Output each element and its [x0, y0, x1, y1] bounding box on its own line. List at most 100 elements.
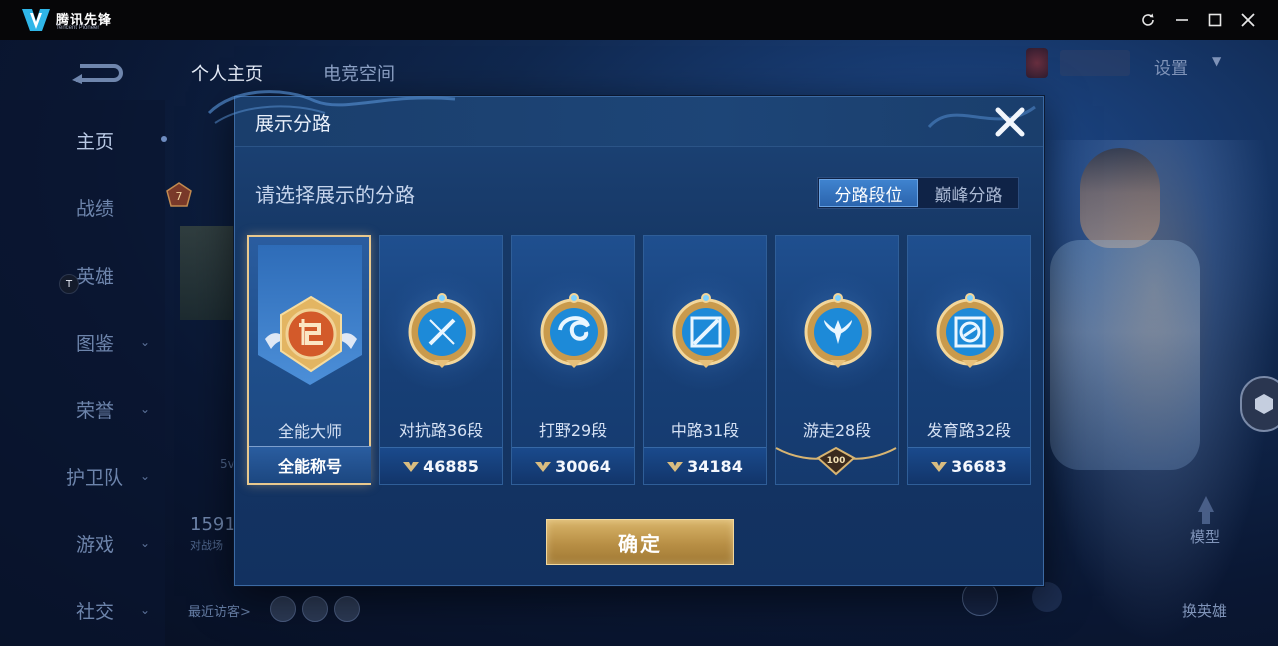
- avatar[interactable]: [302, 596, 328, 622]
- peak-score-icon: [931, 462, 948, 472]
- lane-name: 全能大师: [277, 422, 342, 441]
- hero-head: [1080, 148, 1160, 248]
- stat-5v: 5v: [220, 457, 235, 471]
- active-indicator: [161, 136, 167, 142]
- lane-score: 36683: [951, 456, 1007, 476]
- vip-info: [1060, 50, 1130, 76]
- avatar[interactable]: [270, 596, 296, 622]
- lane-footer: 46885: [380, 447, 502, 484]
- toggle-peak-lane[interactable]: 巅峰分路: [919, 179, 1018, 207]
- minimize-button[interactable]: [1170, 8, 1194, 32]
- play-button[interactable]: [1032, 582, 1062, 612]
- chevron-down-icon: ▼: [1212, 54, 1222, 68]
- refresh-button[interactable]: [1136, 8, 1160, 32]
- svg-text:7: 7: [176, 190, 183, 203]
- farm-lane-emblem-icon: [936, 293, 1004, 368]
- chevron-down-icon: ⌄: [140, 335, 151, 349]
- chevron-down-icon: ⌄: [140, 536, 151, 550]
- lane-card-farm[interactable]: 发育路32段 36683: [907, 235, 1031, 485]
- stat-sub: 对战场: [190, 539, 223, 552]
- close-dialog-button[interactable]: [991, 103, 1029, 141]
- sidebar-item-label: 战绩: [76, 197, 115, 220]
- lane-card-roam[interactable]: 游走28段 100: [775, 235, 899, 485]
- sidebar-item-label: 社交: [76, 600, 115, 623]
- sidebar-item-record[interactable]: 战绩: [0, 187, 165, 227]
- back-arrow-icon[interactable]: [70, 60, 124, 84]
- chevron-down-icon: ⌄: [140, 469, 151, 483]
- peak-score-icon: [535, 462, 552, 472]
- lane-display-dialog: 展示分路 请选择展示的分路 分路段位 巅峰分路 全能大师 全能称号 对抗路36段…: [207, 90, 1044, 586]
- sidebar-item-heroes[interactable]: 英雄: [0, 255, 165, 295]
- mid-lane-emblem-icon: [672, 293, 740, 368]
- chevron-down-icon: ⌄: [140, 402, 151, 416]
- jungle-emblem-icon: [540, 293, 608, 368]
- settings-button[interactable]: 设置: [1154, 54, 1188, 79]
- avatar[interactable]: [334, 596, 360, 622]
- clash-lane-emblem-icon: [408, 293, 476, 368]
- hexagon-icon: [1255, 394, 1273, 414]
- model-label[interactable]: 模型: [1190, 526, 1220, 547]
- dialog-header: 展示分路: [207, 90, 1043, 147]
- confirm-button[interactable]: 确定: [546, 519, 734, 565]
- lane-card-mid[interactable]: 中路31段 34184: [643, 235, 767, 485]
- recent-visitors-link[interactable]: 最近访客>: [188, 601, 251, 620]
- lane-name: 对抗路36段: [398, 421, 484, 440]
- sidebar-item-honor[interactable]: 荣誉 ⌄: [0, 389, 165, 429]
- maximize-icon: [1208, 13, 1222, 27]
- swap-hero-label[interactable]: 换英雄: [1182, 600, 1227, 621]
- all-round-master-emblem-icon: [265, 295, 357, 373]
- lane-name: 中路31段: [670, 421, 740, 440]
- chevron-down-icon: ⌄: [140, 603, 151, 617]
- stat-number: 1591: [190, 514, 236, 535]
- sidebar-item-gallery[interactable]: 图鉴 ⌄: [0, 322, 165, 362]
- toggle-lane-rank[interactable]: 分路段位: [819, 179, 918, 207]
- sidebar-item-home[interactable]: 主页: [0, 120, 165, 160]
- sidebar-item-social[interactable]: 社交 ⌄: [0, 590, 165, 630]
- lane-score: 46885: [423, 456, 479, 476]
- hero-body: [1050, 240, 1200, 470]
- t-floating-badge[interactable]: T: [59, 274, 79, 294]
- sidebar-item-label: 英雄: [76, 265, 115, 288]
- lane-name: 发育路32段: [926, 421, 1012, 440]
- close-icon: [1241, 13, 1255, 27]
- minimize-icon: [1176, 19, 1188, 21]
- lane-mode-toggle: 分路段位 巅峰分路: [817, 177, 1019, 209]
- app-subtitle: Tencent Pioneer: [56, 25, 100, 31]
- peak-score-icon: [667, 462, 684, 472]
- maximize-button[interactable]: [1203, 8, 1227, 32]
- sidebar-item-games[interactable]: 游戏 ⌄: [0, 523, 165, 563]
- lane-footer: 全能称号: [249, 446, 371, 483]
- vip-badge-icon: [1026, 48, 1048, 78]
- app-logo-icon: [22, 9, 50, 31]
- window-titlebar: 腾讯先锋 Tencent Pioneer: [0, 0, 1278, 40]
- level-badge-icon: 7: [166, 182, 192, 207]
- dialog-title: 展示分路: [255, 113, 332, 135]
- sidebar: 主页 战绩 英雄 图鉴 ⌄ 荣誉 ⌄ 护卫队 ⌄ 游戏 ⌄ 社交 ⌄: [0, 100, 165, 646]
- sidebar-item-label: 护卫队: [66, 466, 124, 489]
- svg-text:100: 100: [827, 456, 846, 466]
- roam-emblem-icon: [804, 293, 872, 368]
- refresh-icon: [1142, 13, 1154, 26]
- cloud-ornament-icon: [207, 90, 456, 124]
- rank-100-plaque-icon: 100: [775, 446, 897, 476]
- lane-name: 游走28段: [802, 421, 872, 440]
- close-window-button[interactable]: [1236, 8, 1260, 32]
- lane-name: 打野29段: [538, 421, 608, 440]
- select-prompt: 请选择展示的分路: [255, 183, 415, 207]
- lane-score: 30064: [555, 456, 611, 476]
- profile-card: [180, 226, 240, 320]
- lane-card-jungle[interactable]: 打野29段 30064: [511, 235, 635, 485]
- sidebar-item-label: 游戏: [76, 533, 115, 556]
- lane-score: 34184: [687, 456, 743, 476]
- peak-score-icon: [403, 462, 420, 472]
- lane-footer: 34184: [644, 447, 766, 484]
- sidebar-item-guard[interactable]: 护卫队 ⌄: [0, 456, 165, 496]
- sidebar-item-label: 图鉴: [76, 332, 115, 355]
- lane-footer: 36683: [908, 447, 1030, 484]
- lane-card-clash[interactable]: 对抗路36段 46885: [379, 235, 503, 485]
- title-label: 全能称号: [277, 457, 342, 476]
- lane-footer: 30064: [512, 447, 634, 484]
- lane-card-all-round[interactable]: 全能大师 全能称号: [247, 235, 371, 485]
- sidebar-item-label: 荣誉: [76, 399, 115, 422]
- sidebar-item-label: 主页: [76, 130, 115, 153]
